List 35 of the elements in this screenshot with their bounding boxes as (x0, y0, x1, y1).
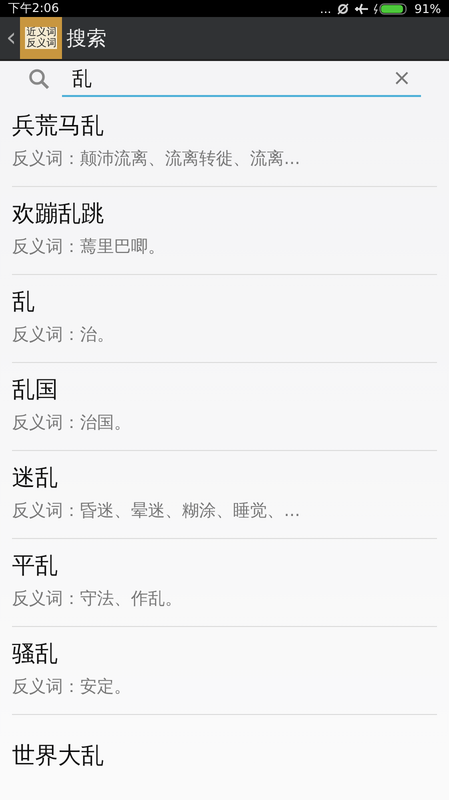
battery-icon (374, 2, 408, 14)
search-field[interactable]: 乱 × (62, 61, 421, 97)
result-word: 世界大乱 (12, 742, 105, 771)
search-icon (28, 68, 50, 90)
result-antonyms: 反义词：昏迷、晕迷、糊涂、睡觉、... (12, 500, 302, 522)
result-antonyms: 反义词：安定。 (12, 676, 132, 698)
notification-dots: ... (320, 2, 332, 16)
result-word: 平乱 (12, 552, 59, 580)
result-antonyms: 反义词：守法、作乱。 (12, 588, 183, 610)
airplane-icon (355, 2, 368, 14)
logo-text: 近义词 (25, 27, 58, 38)
result-antonyms: 反义词：治。 (12, 324, 115, 346)
result-word: 兵荒马乱 (12, 112, 105, 140)
clear-button[interactable]: × (392, 66, 411, 90)
result-word: 迷乱 (12, 464, 59, 492)
result-item[interactable]: 乱国 反义词：治国。 (12, 363, 437, 451)
logo-text: 反义词 (25, 38, 58, 49)
result-item[interactable]: 世界大乱 (12, 715, 437, 800)
result-item[interactable]: 乱 反义词：治。 (12, 275, 437, 363)
screen-title: 搜索 (66, 24, 106, 52)
result-antonyms: 反义词：治国。 (12, 412, 132, 434)
result-item[interactable]: 兵荒马乱 反义词：颠沛流离、流离转徙、流离... (12, 99, 437, 187)
result-word: 骚乱 (12, 640, 59, 668)
result-antonyms: 反义词：颠沛流离、流离转徙、流离... (12, 148, 302, 170)
result-word: 乱国 (12, 376, 59, 404)
result-item[interactable]: 骚乱 反义词：安定。 (12, 627, 437, 715)
result-item[interactable]: 迷乱 反义词：昏迷、晕迷、糊涂、睡觉、... (12, 451, 437, 539)
result-word: 乱 (12, 288, 36, 316)
back-button[interactable]: ‹ (6, 25, 16, 51)
result-item[interactable]: 欢蹦乱跳 反义词：蔫里巴唧。 (12, 187, 437, 275)
battery-percent: 91% (414, 2, 441, 16)
result-item[interactable]: 平乱 反义词：守法、作乱。 (12, 539, 437, 627)
status-time: 下午2:06 (8, 0, 60, 17)
result-word: 欢蹦乱跳 (12, 200, 105, 228)
result-antonyms: 反义词：蔫里巴唧。 (12, 236, 166, 258)
